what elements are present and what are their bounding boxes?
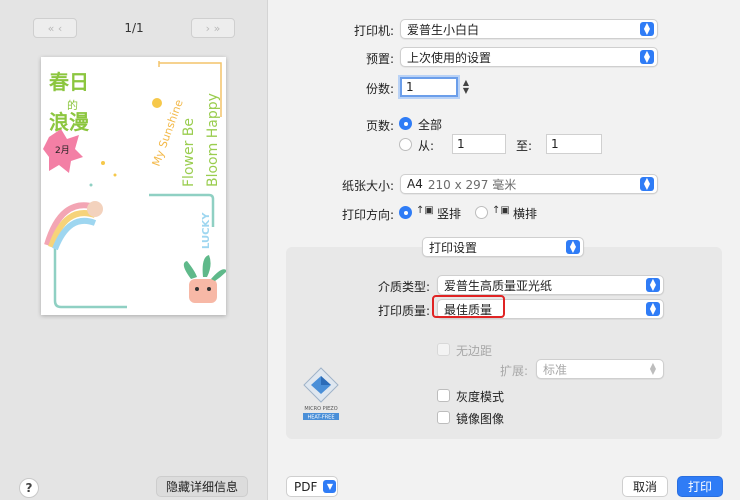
paper-size-label: 纸张大小:	[341, 179, 394, 193]
grayscale-label: 灰度模式	[456, 390, 505, 404]
copies-label: 份数:	[365, 82, 394, 96]
portrait-icon: ↑▣	[416, 205, 434, 216]
micro-piezo-icon: MICRO PIEZO HEAT-FREE	[303, 367, 339, 421]
artwork-vertical-text-4: LUCKY	[201, 212, 212, 249]
borderless-checkbox[interactable]	[437, 343, 450, 356]
orientation-landscape-radio[interactable]	[475, 206, 488, 219]
select-arrows-icon: ▲ ▼	[640, 177, 654, 191]
pages-to-input[interactable]: 1	[546, 134, 602, 154]
landscape-icon: ↑▣	[492, 205, 510, 216]
preset-select[interactable]: 上次使用的设置 ▲ ▼	[400, 47, 658, 67]
pages-to-label: 至:	[516, 139, 533, 153]
preview-pane: « ‹ 1/1 › » 春日 的 浪漫 2月 Flower Be Bloom H…	[0, 0, 268, 500]
logo-line2: HEAT-FREE	[307, 415, 334, 421]
previous-page-icon: « ‹	[47, 21, 63, 35]
print-quality-label: 打印质量:	[377, 304, 430, 318]
pages-from-input[interactable]: 1	[452, 134, 506, 154]
select-arrows-icon: ▲ ▼	[646, 278, 660, 292]
copies-input[interactable]: 1	[400, 77, 458, 97]
select-arrows-icon: ▲ ▼	[640, 50, 654, 64]
cancel-button[interactable]: 取消	[622, 476, 668, 497]
printer-value: 爱普生小白白	[407, 22, 480, 37]
pages-all-radio[interactable]	[399, 117, 412, 130]
pages-all-label: 全部	[418, 118, 443, 132]
mirror-label: 镜像图像	[456, 412, 505, 426]
pdf-label: PDF	[294, 479, 318, 494]
printer-label: 打印机:	[353, 24, 394, 38]
help-button[interactable]: ?	[19, 478, 39, 498]
pages-label: 页数:	[365, 119, 394, 133]
select-arrows-icon: ▲ ▼	[646, 302, 660, 316]
next-page-icon: › »	[205, 21, 221, 35]
artwork-title-line1: 春日	[48, 70, 89, 94]
chevron-down-icon: ▼	[323, 480, 337, 493]
select-arrows-icon: ▲ ▼	[566, 240, 580, 254]
plant-pot	[189, 279, 217, 303]
printer-select[interactable]: 爱普生小白白 ▲ ▼	[400, 19, 658, 39]
previous-page-button[interactable]: « ‹	[33, 18, 77, 38]
paper-size-dims: 210 x 297 毫米	[427, 177, 517, 192]
paper-size-value: A4	[407, 177, 423, 191]
mirror-checkbox[interactable]	[437, 411, 450, 424]
orientation-label: 打印方向:	[341, 208, 394, 222]
orientation-portrait-radio[interactable]	[399, 206, 412, 219]
paper-size-select[interactable]: A4 210 x 297 毫米 ▲ ▼	[400, 174, 658, 194]
media-type-select[interactable]: 爱普生高质量亚光纸 ▲ ▼	[437, 275, 664, 295]
copies-stepper[interactable]: ▲ ▼	[461, 79, 471, 95]
expand-label: 扩展:	[500, 364, 529, 378]
artwork-vertical-text-2: Bloom Happy	[205, 93, 221, 187]
artwork-badge-text: 2月	[55, 145, 70, 156]
pages-range-radio[interactable]	[399, 138, 412, 151]
next-page-button[interactable]: › »	[191, 18, 235, 38]
logo-line1: MICRO PIEZO	[304, 406, 337, 412]
print-button[interactable]: 打印	[677, 476, 723, 497]
preset-label: 预置:	[365, 52, 394, 66]
artwork-vertical-text-1: Flower Be	[181, 118, 197, 187]
orientation-landscape-label: 横排	[513, 207, 538, 221]
artwork-title-line3: 浪漫	[49, 110, 90, 134]
micro-piezo-logo: MICRO PIEZO HEAT-FREE	[300, 366, 342, 422]
borderless-label: 无边距	[456, 344, 493, 358]
hide-details-button[interactable]: 隐藏详细信息	[156, 476, 248, 497]
select-arrows-icon: ▲ ▼	[649, 361, 657, 376]
print-preview-page: 春日 的 浪漫 2月 Flower Be Bloom Happy My Suns…	[41, 57, 226, 315]
media-type-value: 爱普生高质量亚光纸	[444, 278, 553, 293]
sun-icon	[152, 98, 162, 108]
quality-highlight-box	[432, 295, 505, 318]
media-type-label: 介质类型:	[377, 280, 430, 294]
preview-artwork: 春日 的 浪漫 2月 Flower Be Bloom Happy My Suns…	[43, 61, 226, 309]
grayscale-checkbox[interactable]	[437, 389, 450, 402]
pdf-menu-button[interactable]: PDF ▼	[286, 476, 338, 497]
section-value: 打印设置	[429, 240, 478, 255]
select-arrows-icon: ▲ ▼	[640, 22, 654, 36]
expand-value: 标准	[543, 362, 568, 377]
preset-value: 上次使用的设置	[407, 50, 492, 65]
pages-from-label: 从:	[418, 139, 435, 153]
expand-select[interactable]: 标准 ▲ ▼	[536, 359, 664, 379]
orientation-portrait-label: 竖排	[437, 207, 462, 221]
page-indicator: 1/1	[124, 21, 144, 35]
section-select[interactable]: 打印设置 ▲ ▼	[422, 237, 584, 257]
help-icon: ?	[25, 481, 33, 495]
